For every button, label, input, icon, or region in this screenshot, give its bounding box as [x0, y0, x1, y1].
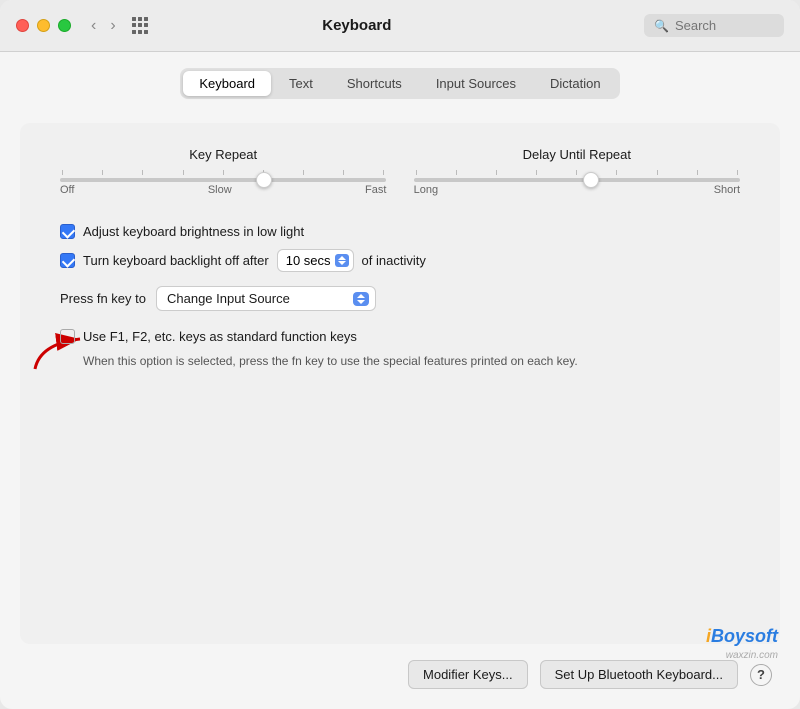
delay-repeat-group: Delay Until Repeat Long Short: [414, 147, 740, 196]
delay-repeat-track[interactable]: [414, 178, 740, 182]
key-repeat-label: Key Repeat: [189, 147, 257, 162]
brightness-label: Adjust keyboard brightness in low light: [83, 224, 304, 239]
help-button[interactable]: ?: [750, 664, 772, 686]
key-repeat-labels: Off Slow Fast: [60, 184, 386, 196]
key-repeat-slow-label: Slow: [208, 184, 232, 196]
backlight-label-before: Turn keyboard backlight off after: [83, 253, 269, 268]
brightness-row: Adjust keyboard brightness in low light: [60, 224, 740, 239]
fn-keys-label: Use F1, F2, etc. keys as standard functi…: [83, 329, 357, 344]
press-fn-dropdown[interactable]: Change Input Source: [156, 286, 376, 311]
main-window: ‹ › Keyboard 🔍 Keyboard Text Shortcuts I…: [0, 0, 800, 709]
search-box[interactable]: 🔍: [644, 14, 784, 37]
tab-shortcuts[interactable]: Shortcuts: [331, 71, 418, 96]
key-repeat-slider-container: [60, 170, 386, 182]
brand-rest: Boysoft: [711, 626, 778, 646]
search-icon: 🔍: [654, 19, 669, 33]
delay-repeat-labels: Long Short: [414, 184, 740, 196]
key-repeat-group: Key Repeat Off Slow: [60, 147, 386, 196]
tab-dictation[interactable]: Dictation: [534, 71, 617, 96]
key-repeat-track[interactable]: [60, 178, 386, 182]
key-repeat-off-label: Off: [60, 184, 74, 196]
minimize-button[interactable]: [37, 19, 50, 32]
press-fn-arrow-icon: [353, 292, 369, 306]
search-input[interactable]: [675, 18, 774, 33]
setup-bluetooth-button[interactable]: Set Up Bluetooth Keyboard...: [540, 660, 738, 689]
tab-text[interactable]: Text: [273, 71, 329, 96]
watermark-text: waxzin.com: [726, 650, 778, 661]
sliders-row: Key Repeat Off Slow: [60, 147, 740, 196]
inactivity-value: 10 secs: [286, 253, 331, 268]
bottom-section: Modifier Keys... Set Up Bluetooth Keyboa…: [20, 660, 780, 689]
delay-short-label: Short: [714, 184, 740, 196]
delay-repeat-slider-container: [414, 170, 740, 182]
inactivity-dropdown-arrow: [335, 254, 349, 267]
fn-checkbox-row: Use F1, F2, etc. keys as standard functi…: [60, 329, 740, 344]
tab-keyboard[interactable]: Keyboard: [183, 71, 271, 96]
content-area: Keyboard Text Shortcuts Input Sources Di…: [0, 52, 800, 709]
settings-panel: Key Repeat Off Slow: [20, 123, 780, 644]
delay-repeat-label: Delay Until Repeat: [523, 147, 631, 162]
press-fn-row: Press fn key to Change Input Source: [60, 286, 740, 311]
backlight-checkbox[interactable]: [60, 253, 75, 268]
close-button[interactable]: [16, 19, 29, 32]
fn-keys-checkbox[interactable]: [60, 329, 75, 344]
tabs: Keyboard Text Shortcuts Input Sources Di…: [180, 68, 619, 99]
title-bar: ‹ › Keyboard 🔍: [0, 0, 800, 52]
tab-input-sources[interactable]: Input Sources: [420, 71, 532, 96]
tabs-container: Keyboard Text Shortcuts Input Sources Di…: [20, 68, 780, 99]
backlight-label-after: of inactivity: [362, 253, 426, 268]
modifier-keys-button[interactable]: Modifier Keys...: [408, 660, 528, 689]
delay-long-label: Long: [414, 184, 438, 196]
traffic-lights: [16, 19, 71, 32]
brightness-checkbox[interactable]: [60, 224, 75, 239]
fn-section: Use F1, F2, etc. keys as standard functi…: [60, 329, 740, 370]
press-fn-value: Change Input Source: [167, 291, 347, 306]
backlight-row: Turn keyboard backlight off after 10 sec…: [60, 249, 740, 272]
brand-watermark: iBoysoft: [706, 626, 778, 647]
press-fn-label: Press fn key to: [60, 291, 146, 306]
inactivity-dropdown[interactable]: 10 secs: [277, 249, 354, 272]
fn-keys-description: When this option is selected, press the …: [83, 352, 740, 370]
window-title: Keyboard: [70, 17, 644, 34]
key-repeat-fast-label: Fast: [365, 184, 386, 196]
